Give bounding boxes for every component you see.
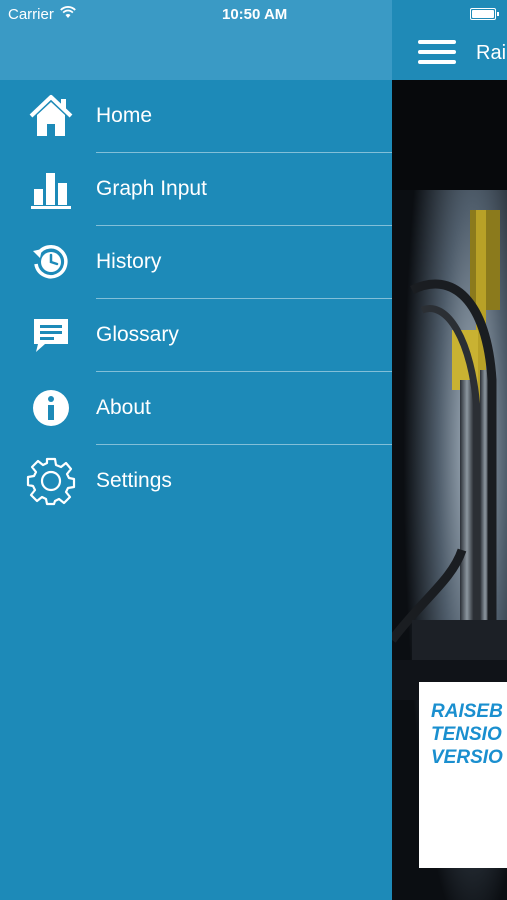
menu-item-label: History — [96, 250, 162, 273]
main-status-bar — [392, 0, 507, 30]
info-icon — [24, 381, 78, 435]
hero-card-line: RAISEB — [431, 701, 503, 722]
speech-bubble-icon — [24, 308, 78, 362]
menu-item-about[interactable]: About — [0, 372, 392, 445]
hero-card-line: TENSIO — [431, 724, 502, 745]
status-bar: Carrier 10:50 AM — [0, 0, 392, 30]
menu-item-graph-input[interactable]: Graph Input — [0, 153, 392, 226]
hero-title-card: RAISEB TENSIO VERSIO — [419, 682, 507, 868]
history-clock-icon — [24, 235, 78, 289]
main-screen[interactable]: Rai RAISEB TENSIO VERSIO — [392, 0, 507, 900]
hamburger-menu-icon[interactable] — [418, 40, 456, 68]
main-header: Rai — [392, 30, 507, 80]
menu-item-label: Settings — [96, 469, 172, 492]
menu-item-label: Home — [96, 104, 153, 127]
menu-item-glossary[interactable]: Glossary — [0, 299, 392, 372]
menu-item-settings[interactable]: Settings — [0, 445, 392, 518]
hero-card-line: VERSIO — [431, 747, 503, 768]
gear-icon — [24, 454, 78, 508]
side-drawer: Carrier 10:50 AM Home Graph Input Histor… — [0, 0, 392, 900]
menu-item-label: Graph Input — [96, 177, 207, 200]
wifi-icon — [60, 5, 76, 23]
battery-icon — [470, 8, 499, 20]
bar-chart-icon — [24, 162, 78, 216]
status-time: 10:50 AM — [222, 6, 288, 23]
menu-item-label: About — [96, 396, 151, 419]
main-title: Rai — [476, 42, 507, 64]
drawer-menu: Home Graph Input History Glossary About … — [0, 80, 392, 518]
menu-item-history[interactable]: History — [0, 226, 392, 299]
menu-item-label: Glossary — [96, 323, 179, 346]
home-icon — [24, 89, 78, 143]
hero-image: RAISEB TENSIO VERSIO — [392, 80, 507, 900]
menu-item-home[interactable]: Home — [0, 80, 392, 153]
carrier-label: Carrier — [8, 6, 54, 23]
drawer-header: Carrier 10:50 AM — [0, 0, 392, 80]
